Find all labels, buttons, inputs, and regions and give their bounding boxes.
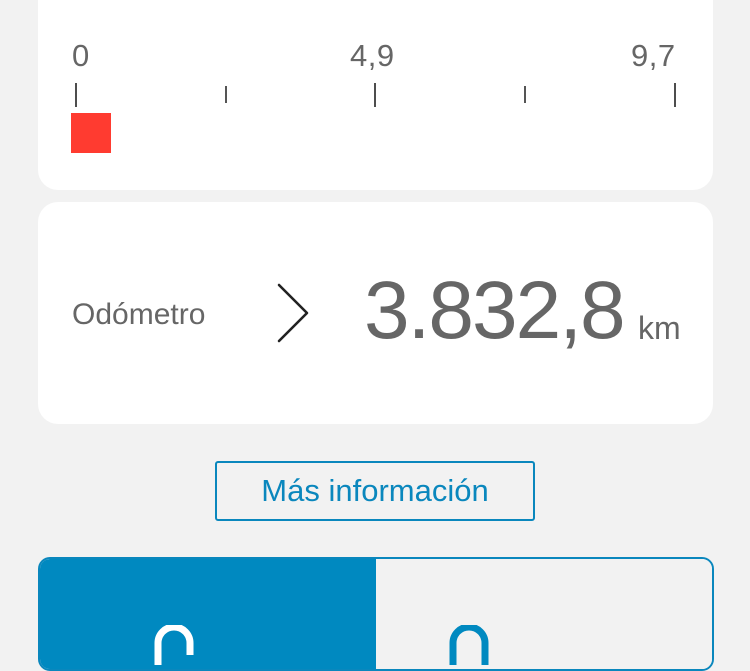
scale-tick-label-max: 9,7: [631, 38, 676, 73]
odometer-value: 3.832,8: [364, 265, 626, 356]
scale-tick-label-min: 0: [72, 38, 90, 73]
scale-tick-major: [674, 83, 676, 107]
lock-open-option[interactable]: [40, 559, 376, 669]
scale-level-indicator: [71, 113, 111, 153]
scale-tick-major: [374, 83, 376, 107]
range-scale-card: 0 4,9 9,7: [38, 0, 713, 190]
odometer-card[interactable]: Odómetro 3.832,8 km: [38, 202, 713, 424]
scale-tick-major: [75, 83, 77, 107]
odometer-unit: km: [638, 310, 681, 346]
scale-tick-minor: [524, 86, 526, 103]
lock-closed-option[interactable]: [376, 559, 712, 669]
lock-toggle: [38, 557, 714, 671]
scale-tick-minor: [225, 86, 227, 103]
chevron-right-icon[interactable]: [276, 282, 312, 349]
more-info-button[interactable]: Más información: [215, 461, 535, 521]
odometer-label: Odómetro: [72, 298, 206, 331]
scale-tick-label-mid: 4,9: [350, 38, 395, 73]
